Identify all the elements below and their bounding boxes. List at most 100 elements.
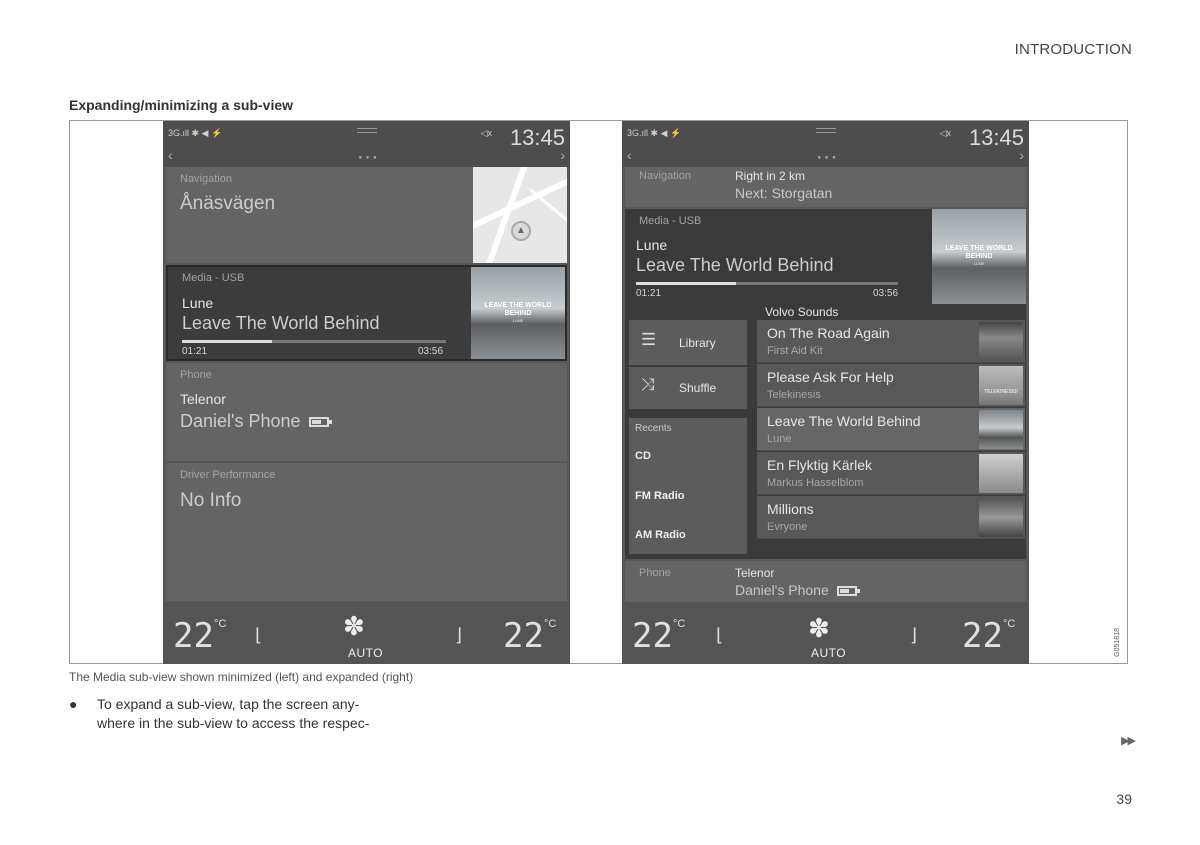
volume-mute-icon: ◁x <box>939 128 951 138</box>
seat-heat-icon[interactable]: ⌋ <box>910 625 917 646</box>
tile-header: Phone <box>180 369 212 381</box>
chevron-right-icon[interactable]: › <box>1019 147 1024 163</box>
driver-performance-tile[interactable]: Driver Performance No Info <box>166 463 567 601</box>
center-display-minimized: 3G.ıll ✱ ◀ ⚡ ◁x 13:45 ‹ › ● ● ● Navigati… <box>163 121 570 664</box>
recents-item-cd[interactable]: CD <box>635 450 651 462</box>
seat-heat-icon[interactable]: ⌊ <box>255 625 262 646</box>
media-tile[interactable]: Media - USB Lune Leave The World Behind … <box>166 265 567 361</box>
volume-mute-icon: ◁x <box>480 128 492 138</box>
battery-icon <box>836 586 860 597</box>
signal-icons: 3G.ıll ✱ ◀ ⚡ <box>627 128 682 138</box>
track-thumbnail <box>979 498 1023 537</box>
track-row[interactable]: Millions Evryone <box>757 496 1025 539</box>
phone-carrier: Telenor <box>180 391 226 407</box>
media-title: Leave The World Behind <box>182 313 380 333</box>
fan-icon[interactable]: ✽ <box>343 611 365 642</box>
climate-bar: 22°C ⌊ ✽ AUTO ⌋ 22°C <box>622 602 1029 664</box>
figure-id: G051818 <box>1114 628 1121 657</box>
phone-device: Daniel's Phone <box>735 582 829 598</box>
chevron-left-icon[interactable]: ‹ <box>627 147 632 163</box>
media-title: Leave The World Behind <box>636 255 834 275</box>
tile-header: Media - USB <box>639 215 702 227</box>
passenger-temp[interactable]: 22°C <box>503 616 556 656</box>
continue-icon: ▶▶ <box>1121 735 1136 747</box>
bullet-line: To expand a sub-view, tap the screen any… <box>97 696 360 712</box>
passenger-temp[interactable]: 22°C <box>962 616 1015 656</box>
top-pull-handle[interactable] <box>356 128 377 133</box>
recents-item-am[interactable]: AM Radio <box>635 529 686 541</box>
media-tile-expanded[interactable]: Media - USB Lune Leave The World Behind … <box>625 209 1026 559</box>
track-row[interactable]: On The Road Again First Aid Kit <box>757 320 1025 363</box>
top-pull-handle[interactable] <box>815 128 836 133</box>
figure-caption: The Media sub-view shown minimized (left… <box>69 670 414 684</box>
media-artist: Lune <box>182 295 214 311</box>
media-artist: Lune <box>636 237 668 253</box>
fan-icon[interactable]: ✽ <box>808 613 830 644</box>
total-time: 03:56 <box>873 288 899 299</box>
chevron-left-icon[interactable]: ‹ <box>168 147 173 163</box>
playlist-name: Volvo Sounds <box>765 305 839 319</box>
navigation-tile[interactable]: Navigation Right in 2 km Next: Storgatan <box>625 167 1026 207</box>
vehicle-arrow-icon: ▲ <box>511 221 531 241</box>
clock: 13:45 <box>509 125 565 150</box>
status-bar: 3G.ıll ✱ ◀ ⚡ ◁x 13:45 ‹ › ● ● ● <box>163 121 570 167</box>
page-indicator: ● ● ● <box>817 155 837 161</box>
track-row-selected[interactable]: Leave The World Behind Lune <box>757 408 1025 451</box>
page-indicator: ● ● ● <box>358 155 378 161</box>
album-art: LEAVE THE WORLD BEHIND LUNE <box>932 209 1026 304</box>
section-title: Expanding/minimizing a sub-view <box>69 97 294 113</box>
seat-heat-icon[interactable]: ⌋ <box>455 625 462 646</box>
tile-header: Navigation <box>180 173 232 185</box>
shuffle-icon: ⤨ <box>641 375 655 394</box>
recents-panel: Recents CD FM Radio AM Radio <box>629 418 747 554</box>
tile-header: Phone <box>639 567 671 579</box>
media-progress[interactable] <box>182 340 446 343</box>
clock: 13:45 <box>968 125 1024 150</box>
track-thumbnail <box>979 454 1023 493</box>
tile-header: Navigation <box>639 170 691 182</box>
tile-header: Media - USB <box>182 272 245 284</box>
elapsed-time: 01:21 <box>182 346 208 357</box>
nav-next: Next: Storgatan <box>735 185 833 201</box>
track-thumbnail <box>979 322 1023 361</box>
bullet-line: where in the sub-view to access the resp… <box>97 715 370 731</box>
track-row[interactable]: En Flyktig Kärlek Markus Hasselblom <box>757 452 1025 495</box>
seat-heat-icon[interactable]: ⌊ <box>716 625 723 646</box>
auto-climate-label[interactable]: AUTO <box>348 646 383 660</box>
media-progress[interactable] <box>636 282 898 285</box>
tile-header: Driver Performance <box>180 469 276 481</box>
status-bar: 3G.ıll ✱ ◀ ⚡ ◁x 13:45 ‹ › ● ● ● <box>622 121 1029 167</box>
battery-icon <box>308 417 332 428</box>
bullet-icon: ● <box>69 696 78 712</box>
album-art: LEAVE THE WORLD BEHIND LUNE <box>471 267 565 359</box>
chevron-right-icon[interactable]: › <box>560 147 565 163</box>
figure: 3G.ıll ✱ ◀ ⚡ ◁x 13:45 ‹ › ● ● ● Navigati… <box>69 120 1128 664</box>
shuffle-button[interactable]: ⤨ Shuffle <box>629 367 747 409</box>
nav-street: Ånäsvägen <box>180 193 276 214</box>
track-thumbnail: TELEKINESIS! <box>979 366 1023 405</box>
phone-device: Daniel's Phone <box>180 411 301 431</box>
recents-header: Recents <box>635 423 672 434</box>
phone-tile[interactable]: Phone Telenor Daniel's Phone <box>166 363 567 461</box>
driver-temp[interactable]: 22°C <box>632 616 685 656</box>
driver-value: No Info <box>180 490 242 511</box>
phone-tile[interactable]: Phone Telenor Daniel's Phone <box>625 561 1026 603</box>
elapsed-time: 01:21 <box>636 288 662 299</box>
map-thumbnail[interactable]: ▲ <box>473 167 567 263</box>
library-button[interactable]: ☰ Library <box>629 320 747 365</box>
center-display-expanded: 3G.ıll ✱ ◀ ⚡ ◁x 13:45 ‹ › ● ● ● Navigati… <box>622 121 1029 664</box>
track-thumbnail <box>979 410 1023 449</box>
track-row[interactable]: Please Ask For Help Telekinesis TELEKINE… <box>757 364 1025 407</box>
auto-climate-label[interactable]: AUTO <box>811 646 846 660</box>
chapter-header: INTRODUCTION <box>1014 41 1132 58</box>
recents-item-fm[interactable]: FM Radio <box>635 490 685 502</box>
library-icon: ☰ <box>641 330 657 349</box>
climate-bar: 22°C ⌊ ✽ AUTO ⌋ 22°C <box>163 602 570 664</box>
nav-instruction: Right in 2 km <box>735 169 806 183</box>
page-number: 39 <box>1116 791 1132 807</box>
phone-carrier: Telenor <box>735 566 775 580</box>
total-time: 03:56 <box>418 346 444 357</box>
navigation-tile[interactable]: Navigation Ånäsvägen ▲ <box>166 167 567 263</box>
signal-icons: 3G.ıll ✱ ◀ ⚡ <box>168 128 223 138</box>
driver-temp[interactable]: 22°C <box>173 616 226 656</box>
